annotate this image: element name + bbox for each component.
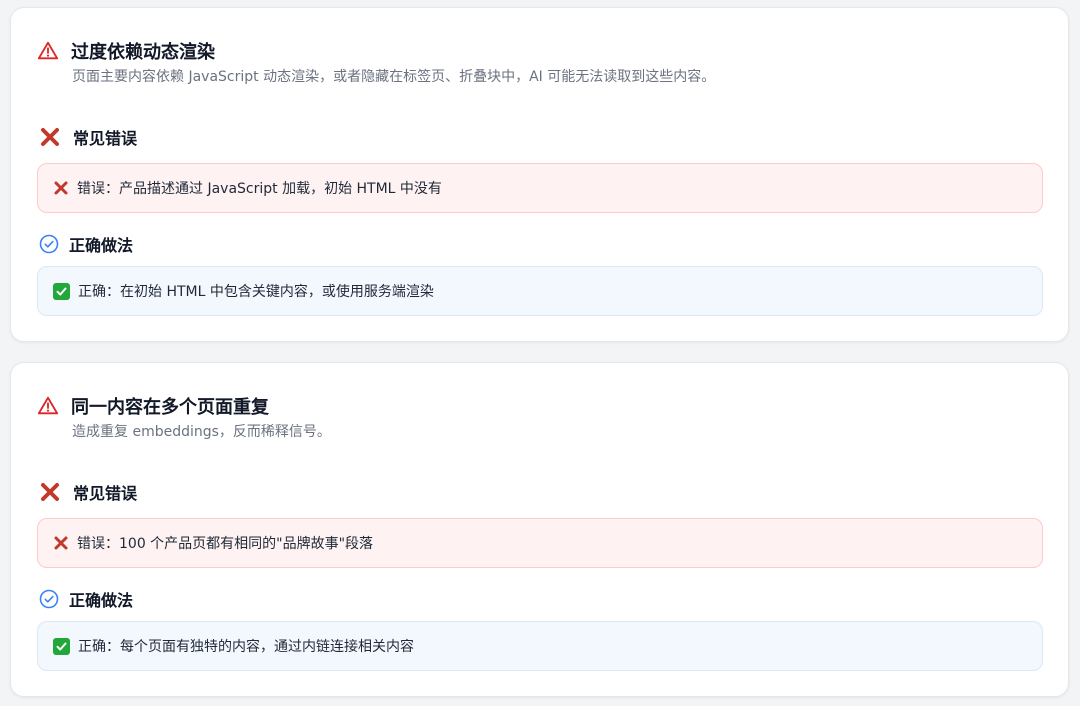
wrong-example-text: 错误：产品描述通过 JavaScript 加载，初始 HTML 中没有	[77, 181, 442, 197]
check-circle-icon	[39, 234, 59, 254]
wrong-example-box: 错误：100 个产品页都有相同的"品牌故事"段落	[37, 518, 1043, 568]
right-section-heading: 正确做法	[39, 587, 133, 611]
wrong-example-box: 错误：产品描述通过 JavaScript 加载，初始 HTML 中没有	[37, 163, 1043, 213]
cross-mark-icon	[53, 180, 69, 196]
warning-triangle-icon	[37, 396, 59, 415]
card-description: 造成重复 embeddings，反而稀释信号。	[72, 424, 331, 440]
right-example-box: 正确：每个页面有独特的内容，通过内链连接相关内容	[37, 621, 1043, 671]
card-description: 页面主要内容依赖 JavaScript 动态渲染，或者隐藏在标签页、折叠块中，A…	[72, 69, 716, 85]
card-title: 同一内容在多个页面重复	[71, 397, 269, 418]
wrong-section-heading: 常见错误	[39, 480, 137, 504]
warning-triangle-icon	[37, 41, 59, 60]
cross-mark-icon	[39, 481, 61, 503]
right-example-box: 正确：在初始 HTML 中包含关键内容，或使用服务端渲染	[37, 266, 1043, 316]
wrong-heading-label: 常见错误	[73, 484, 138, 503]
right-heading-label: 正确做法	[69, 236, 134, 255]
wrong-example-text: 错误：100 个产品页都有相同的"品牌故事"段落	[77, 536, 374, 552]
check-box-icon	[53, 282, 70, 300]
right-example-text: 正确：每个页面有独特的内容，通过内链连接相关内容	[78, 639, 414, 655]
issue-card-dynamic-rendering: 过度依赖动态渲染 页面主要内容依赖 JavaScript 动态渲染，或者隐藏在标…	[10, 7, 1069, 342]
wrong-heading-label: 常见错误	[73, 129, 138, 148]
check-circle-icon	[39, 589, 59, 609]
card-title-row: 过度依赖动态渲染	[37, 38, 215, 64]
issue-card-duplicate-content: 同一内容在多个页面重复 造成重复 embeddings，反而稀释信号。 常见错误…	[10, 362, 1069, 697]
right-section-heading: 正确做法	[39, 232, 133, 256]
check-box-icon	[53, 637, 70, 655]
cross-mark-icon	[53, 535, 69, 551]
card-title: 过度依赖动态渲染	[71, 42, 215, 63]
cross-mark-icon	[39, 126, 61, 148]
right-heading-label: 正确做法	[69, 591, 134, 610]
wrong-section-heading: 常见错误	[39, 125, 137, 149]
card-title-row: 同一内容在多个页面重复	[37, 393, 269, 419]
right-example-text: 正确：在初始 HTML 中包含关键内容，或使用服务端渲染	[78, 284, 434, 300]
